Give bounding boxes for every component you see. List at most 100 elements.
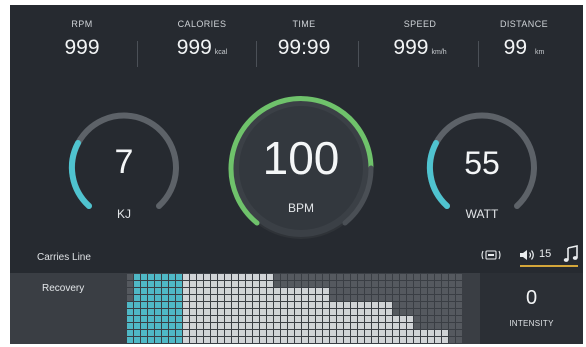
- profile-cell: [393, 316, 399, 322]
- profile-cell: [379, 309, 385, 315]
- profile-cell: [428, 337, 434, 343]
- profile-cell: [225, 316, 231, 322]
- profile-cell: [183, 288, 189, 294]
- profile-cell: [421, 274, 427, 280]
- profile-cell: [141, 302, 147, 308]
- profile-cell: [288, 274, 294, 280]
- profile-cell: [344, 337, 350, 343]
- profile-cell: [253, 316, 259, 322]
- profile-cell: [204, 302, 210, 308]
- intensity-label: INTENSITY: [509, 319, 554, 328]
- profile-cell: [134, 281, 140, 287]
- heart-rate-gauge: 100 BPM: [226, 93, 376, 243]
- profile-cell: [442, 323, 448, 329]
- screen-mirror-icon[interactable]: [480, 248, 502, 265]
- profile-cell: [218, 295, 224, 301]
- profile-cell: [330, 288, 336, 294]
- profile-cell: [379, 281, 385, 287]
- profile-cell: [190, 281, 196, 287]
- profile-cell: [400, 281, 406, 287]
- stat-value-number: 99:99: [277, 36, 331, 59]
- profile-cell: [253, 288, 259, 294]
- profile-cell: [190, 323, 196, 329]
- profile-cell: [309, 288, 315, 294]
- power-value: 55: [464, 145, 500, 181]
- profile-cell: [323, 330, 329, 336]
- profile-cell: [288, 330, 294, 336]
- profile-cell: [302, 288, 308, 294]
- profile-cell: [414, 274, 420, 280]
- profile-cell: [302, 302, 308, 308]
- profile-cell: [351, 316, 357, 322]
- profile-cell: [267, 330, 273, 336]
- profile-cell: [449, 274, 455, 280]
- speaker-icon[interactable]: [519, 248, 537, 265]
- profile-cell: [176, 316, 182, 322]
- profile-cell: [204, 281, 210, 287]
- stat-value-number: 999: [393, 36, 429, 59]
- profile-cell: [225, 295, 231, 301]
- profile-cell: [260, 288, 266, 294]
- profile-cell: [442, 309, 448, 315]
- profile-cell: [134, 288, 140, 294]
- profile-cell: [183, 295, 189, 301]
- profile-cell: [253, 323, 259, 329]
- profile-cell: [127, 302, 133, 308]
- profile-cell: [183, 323, 189, 329]
- music-note-icon[interactable]: [563, 245, 579, 266]
- profile-cell: [169, 330, 175, 336]
- profile-cell: [267, 302, 273, 308]
- profile-cell: [365, 295, 371, 301]
- profile-cell: [232, 309, 238, 315]
- profile-cell: [127, 309, 133, 315]
- profile-cell: [274, 337, 280, 343]
- profile-cell: [246, 295, 252, 301]
- profile-cell: [190, 309, 196, 315]
- console-display: RPM 999 CALORIES 999 kcal TIME 99:99 SPEE…: [10, 5, 583, 344]
- profile-cell: [281, 295, 287, 301]
- profile-cell: [337, 316, 343, 322]
- profile-cell: [435, 281, 441, 287]
- profile-cell: [169, 302, 175, 308]
- profile-cell: [253, 274, 259, 280]
- profile-cell: [435, 323, 441, 329]
- profile-cell: [232, 288, 238, 294]
- profile-cell: [372, 281, 378, 287]
- profile-cell: [260, 281, 266, 287]
- profile-cell: [316, 288, 322, 294]
- energy-unit-label: KJ: [116, 207, 131, 221]
- profile-cell: [281, 302, 287, 308]
- profile-cell: [358, 295, 364, 301]
- profile-cell: [169, 274, 175, 280]
- profile-cell: [407, 274, 413, 280]
- profile-cell: [225, 274, 231, 280]
- profile-cell: [253, 337, 259, 343]
- profile-cell: [190, 274, 196, 280]
- profile-cell: [344, 295, 350, 301]
- stat-speed: SPEED 999 km/h: [365, 19, 475, 60]
- profile-cell: [414, 323, 420, 329]
- profile-cell: [442, 330, 448, 336]
- profile-cell: [393, 323, 399, 329]
- profile-cell: [365, 309, 371, 315]
- profile-cell: [211, 295, 217, 301]
- profile-cell: [127, 281, 133, 287]
- profile-cell: [134, 295, 140, 301]
- profile-cell: [372, 274, 378, 280]
- profile-cell: [393, 281, 399, 287]
- profile-cell: [281, 281, 287, 287]
- profile-cell: [253, 330, 259, 336]
- energy-value: 7: [114, 143, 134, 181]
- intensity-panel: 0 INTENSITY: [480, 273, 583, 344]
- profile-cell: [442, 337, 448, 343]
- profile-cell: [274, 330, 280, 336]
- profile-cell: [197, 323, 203, 329]
- profile-cell: [183, 281, 189, 287]
- profile-cell: [232, 274, 238, 280]
- profile-cell: [379, 316, 385, 322]
- profile-cell: [197, 274, 203, 280]
- profile-cell: [141, 281, 147, 287]
- profile-cell: [204, 295, 210, 301]
- profile-cell: [260, 330, 266, 336]
- profile-cell: [127, 274, 133, 280]
